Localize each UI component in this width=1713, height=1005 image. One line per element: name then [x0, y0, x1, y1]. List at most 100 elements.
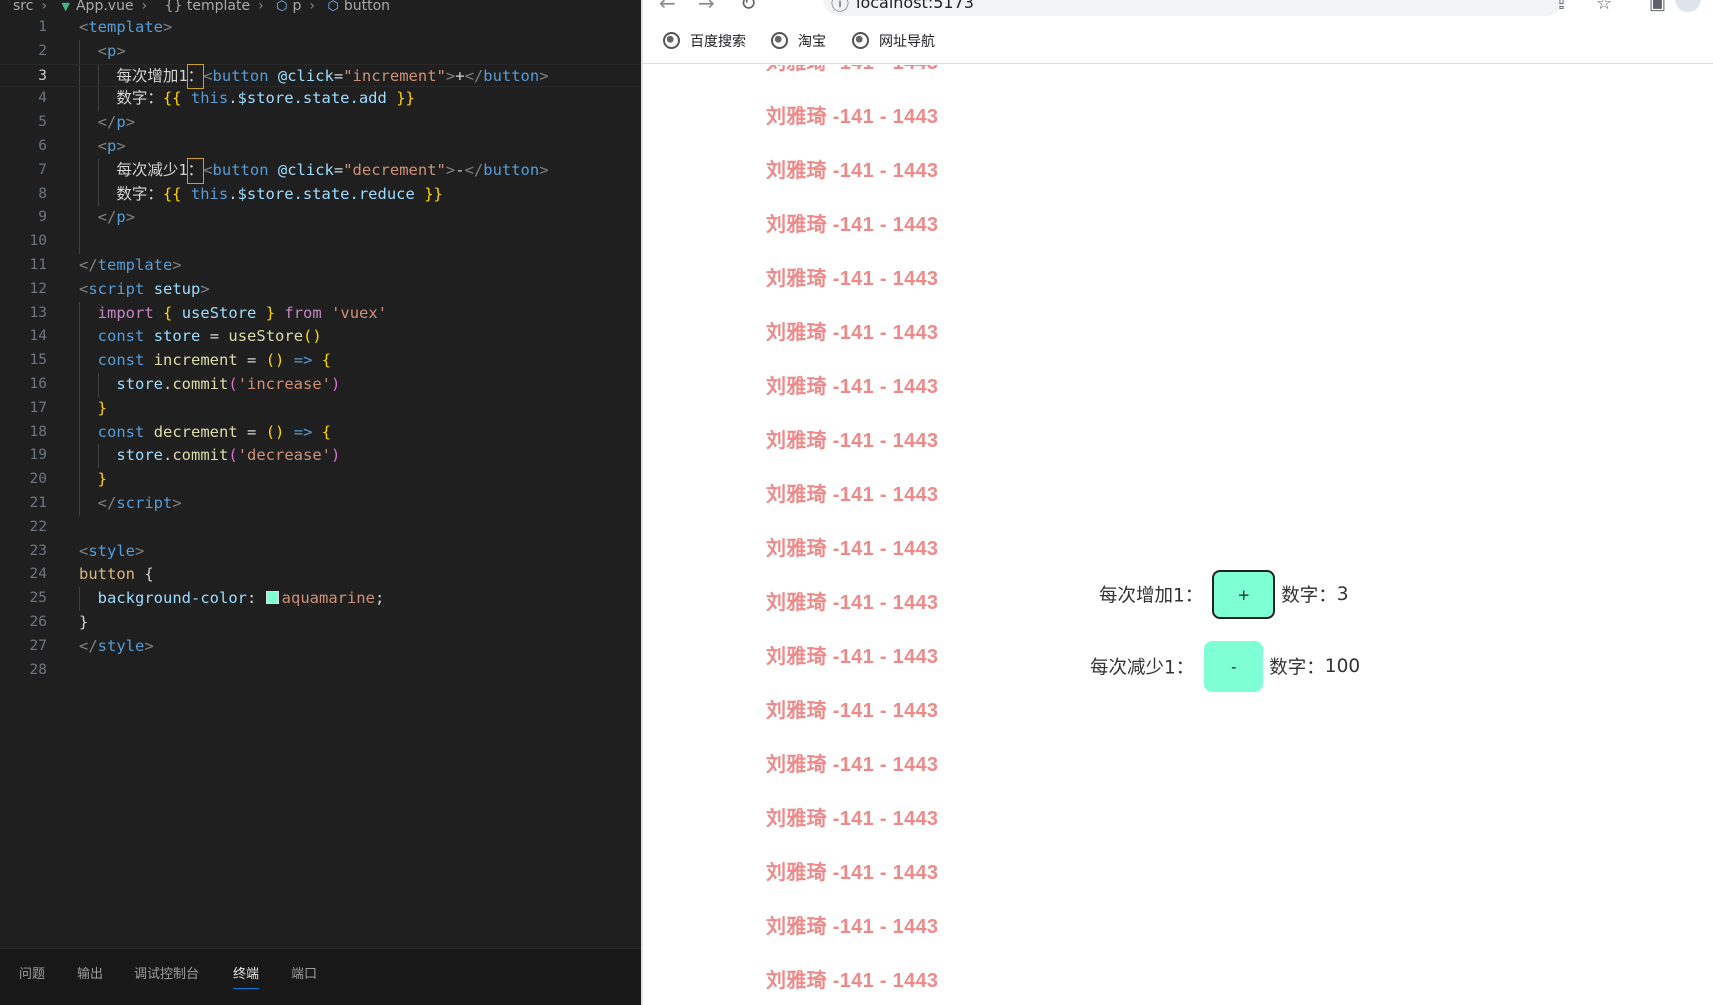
line-number: 19: [29, 447, 47, 464]
forward-icon[interactable]: →: [698, 0, 715, 15]
tab-output[interactable]: 输出: [77, 963, 103, 982]
line-number: 21: [29, 494, 47, 511]
code-line[interactable]: 5 </p>: [0, 111, 641, 135]
profile-avatar[interactable]: [1675, 0, 1701, 12]
code-token: $store.state.add: [237, 89, 387, 108]
code-line[interactable]: 24 button {: [0, 563, 641, 587]
globe-icon: [771, 32, 788, 49]
watermark-text: 刘雅琦 -141 - 1443: [766, 214, 939, 236]
code-token: 'increase': [237, 374, 332, 393]
increment-row: 每次增加1： + 数字：3: [1099, 570, 1349, 619]
line-number: 9: [38, 209, 47, 226]
watermark-text: 刘雅琦 -141 - 1443: [766, 754, 939, 776]
code-token: 每次减少1: [116, 160, 188, 179]
code-line[interactable]: 15 const increment = () => {: [0, 349, 641, 373]
code-token: useStore: [228, 327, 304, 346]
bookmark-nav[interactable]: 网址导航: [852, 31, 935, 51]
watermark-text: 刘雅琦 -141 - 1443: [766, 538, 939, 560]
code-line[interactable]: 8 数字：{{ this.$store.state.reduce }}: [0, 182, 641, 207]
code-token: decrement: [153, 422, 238, 441]
code-line[interactable]: 9 </p>: [0, 206, 641, 231]
element-icon: ⬡: [276, 0, 288, 14]
line-number: 8: [38, 185, 47, 202]
watermark-text: 刘雅琦 -141 - 1443: [766, 916, 939, 938]
increment-button[interactable]: +: [1212, 570, 1276, 619]
tab-ports[interactable]: 端口: [291, 963, 317, 982]
code-line[interactable]: 7 每次减少1：<button @click="decrement">-</bu…: [0, 157, 641, 184]
star-icon[interactable]: ☆: [1596, 0, 1612, 14]
breadcrumb-p[interactable]: p: [293, 0, 302, 14]
sidebar-icon[interactable]: ▣: [1649, 0, 1666, 14]
line-number: 26: [29, 613, 47, 630]
code-token: 每次增加1: [116, 66, 188, 85]
watermark-text: 刘雅琦 -141 - 1443: [766, 592, 939, 614]
watermark-text: 刘雅琦 -141 - 1443: [766, 484, 939, 506]
code-line[interactable]: 25 background-color: aquamarine;: [0, 587, 641, 611]
line-number: 6: [38, 137, 47, 154]
add-count: 3: [1336, 584, 1349, 605]
browser-window: ← → ↻ ⓘ localhost:5173 ⇪ ☆ ▣ 百度搜索 淘宝 网址导…: [643, 0, 1713, 1005]
code-line[interactable]: 23 <style>: [0, 540, 641, 564]
code-editor[interactable]: src › ▼ App.vue › {} template › ⬡ p › ⬡ button …: [0, 0, 641, 1005]
line-number: 12: [29, 280, 47, 297]
line-number: 17: [29, 399, 47, 416]
breadcrumb-src[interactable]: src: [13, 0, 33, 14]
code-token: 'decrease': [237, 446, 332, 465]
breadcrumb-file[interactable]: App.vue: [76, 0, 134, 14]
code-line[interactable]: 13 import { useStore } from 'vuex': [0, 301, 641, 326]
code-line[interactable]: 1 <template>: [0, 16, 641, 40]
line-number: 27: [29, 637, 47, 654]
share-icon[interactable]: ⇪: [1554, 0, 1569, 14]
site-info-icon[interactable]: ⓘ: [831, 0, 849, 16]
code-line[interactable]: 19 store.commit('decrease'): [0, 444, 641, 469]
code-line[interactable]: 12 <script setup>: [0, 278, 641, 302]
reload-icon[interactable]: ↻: [740, 0, 757, 15]
code-line[interactable]: 20 }: [0, 468, 641, 492]
code-line-active[interactable]: 3 每次增加1：<button @click="increment">+</bu…: [0, 63, 641, 90]
breadcrumb-template[interactable]: {} template: [165, 0, 250, 14]
code-line[interactable]: 4 数字：{{ this.$store.state.add }}: [0, 87, 641, 112]
tab-problems[interactable]: 问题: [19, 963, 45, 982]
code-line[interactable]: 17 }: [0, 396, 641, 421]
code-line[interactable]: 22: [0, 516, 641, 540]
count-label: 数字：: [1281, 585, 1337, 607]
bookmark-taobao[interactable]: 淘宝: [771, 31, 826, 51]
watermark-text: 刘雅琦 -141 - 1443: [766, 808, 939, 830]
vue-file-icon: ▼: [61, 0, 70, 13]
code-line[interactable]: 6 <p>: [0, 134, 641, 159]
code-token: 'vuex': [331, 303, 388, 322]
code-line[interactable]: 14 const store = useStore(): [0, 325, 641, 350]
code-line[interactable]: 18 const decrement = () => {: [0, 420, 641, 445]
breadcrumb-button[interactable]: button: [344, 0, 390, 14]
watermark-text: 刘雅琦 -141 - 1443: [766, 430, 939, 452]
line-number: 24: [29, 566, 47, 583]
line-number: 15: [29, 352, 47, 369]
watermark-text: 刘雅琦 -141 - 1443: [766, 268, 939, 290]
watermark-text: 刘雅琦 -141 - 1443: [766, 376, 939, 398]
code-line[interactable]: 28: [0, 659, 641, 683]
watermark-text: 刘雅琦 -141 - 1443: [766, 700, 939, 722]
code-line[interactable]: 11 </template>: [0, 254, 641, 278]
code-line[interactable]: 27 </style>: [0, 635, 641, 659]
bookmark-baidu[interactable]: 百度搜索: [663, 31, 746, 51]
decrement-row: 每次减少1： - 数字：100: [1090, 641, 1360, 692]
code-line[interactable]: 16 store.commit('increase'): [0, 372, 641, 397]
decrement-button[interactable]: -: [1204, 641, 1264, 692]
code-line[interactable]: 2 <p>: [0, 39, 641, 64]
decrement-label: 每次减少1：: [1090, 657, 1195, 679]
code-line[interactable]: 26}: [0, 611, 641, 635]
code-line[interactable]: 10: [0, 230, 641, 254]
color-swatch-icon[interactable]: [265, 591, 279, 605]
increment-label: 每次增加1：: [1099, 585, 1204, 607]
code-token: store: [153, 327, 201, 346]
back-icon[interactable]: ←: [659, 0, 676, 15]
tab-terminal[interactable]: 终端: [233, 963, 260, 989]
url-text[interactable]: localhost:5173: [856, 0, 974, 12]
code-area[interactable]: 1 <template> 2 <p> 3 每次增加1：<button @click…: [0, 16, 641, 682]
line-number: 2: [38, 42, 47, 59]
watermark-text: 刘雅琦 -141 - 1443: [766, 862, 939, 884]
code-line[interactable]: 21 </script>: [0, 491, 641, 516]
line-number: 1: [38, 19, 47, 35]
tab-debug-console[interactable]: 调试控制台: [134, 963, 199, 982]
code-token: ：: [186, 63, 205, 90]
